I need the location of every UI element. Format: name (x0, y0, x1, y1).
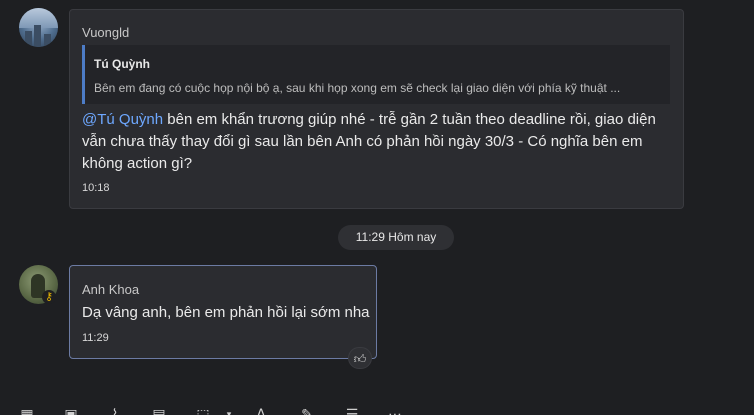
quoted-message[interactable]: Tú Quỳnh Bên em đang có cuộc họp nội bộ … (82, 45, 670, 104)
sender-name: Vuongld (82, 25, 130, 40)
composer-toolbar: ▦ ▣ ⌇ ▤ ⬚ ▾ A ✎ ☰ ⋯ (0, 400, 754, 415)
message-text: Dạ vâng anh, bên em phản hồi lại sớm nha (82, 304, 370, 321)
message-bubble[interactable]: Anh Khoa Dạ vâng anh, bên em phản hồi lạ… (69, 265, 377, 359)
chevron-down-icon[interactable]: ▾ (220, 406, 238, 415)
text-format-icon[interactable]: ▦ (18, 406, 36, 415)
avatar[interactable] (19, 8, 58, 47)
screenshot-icon[interactable]: ⬚ (194, 406, 212, 415)
key-icon: ⚷ (42, 290, 56, 304)
quote-text: Bên em đang có cuộc họp nội bộ ạ, sau kh… (94, 81, 621, 95)
quote-author: Tú Quỳnh (94, 57, 150, 71)
message-body: bên em khẩn trương giúp nhé - trễ gần 2 … (82, 111, 656, 172)
thumbs-up-icon[interactable]: 👍︎ (348, 347, 372, 369)
message-time: 11:29 (82, 332, 109, 344)
image-icon[interactable]: ▣ (62, 406, 80, 415)
more-icon[interactable]: ⋯ (386, 406, 404, 415)
message-text: @Tú Quỳnh bên em khẩn trương giúp nhé - … (82, 109, 672, 175)
chat-view: Vuongld Tú Quỳnh Bên em đang có cuộc họp… (0, 0, 754, 415)
mention[interactable]: @Tú Quỳnh (82, 111, 163, 128)
date-divider: 11:29 Hôm nay (338, 225, 454, 250)
message-time: 10:18 (82, 182, 110, 194)
font-icon[interactable]: A (252, 406, 270, 415)
note-icon[interactable]: ☰ (343, 406, 361, 415)
attach-icon[interactable]: ⌇ (106, 406, 124, 415)
sender-name: Anh Khoa (82, 282, 140, 297)
gif-icon[interactable]: ▤ (150, 406, 168, 415)
edit-icon[interactable]: ✎ (298, 406, 316, 415)
message-bubble[interactable]: Vuongld Tú Quỳnh Bên em đang có cuộc họp… (69, 9, 684, 209)
